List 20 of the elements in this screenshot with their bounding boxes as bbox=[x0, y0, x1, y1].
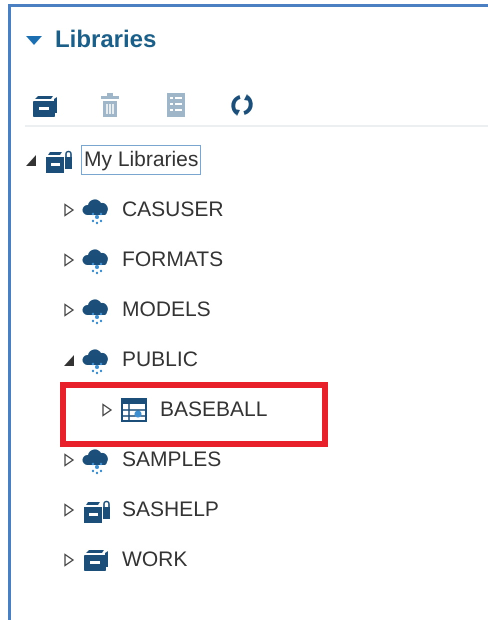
collapsed-arrow-icon[interactable] bbox=[63, 203, 75, 217]
collapsed-arrow-icon[interactable] bbox=[63, 303, 75, 317]
tree-item[interactable]: MODELS bbox=[119, 295, 214, 325]
tree-item[interactable]: FORMATS bbox=[119, 245, 226, 275]
panel-title: Libraries bbox=[55, 26, 156, 54]
tree-item[interactable]: WORK bbox=[119, 545, 190, 575]
tree-item[interactable]: My Libraries bbox=[81, 145, 202, 175]
tree-item[interactable]: PUBLIC bbox=[119, 345, 201, 375]
expanded-arrow-icon[interactable] bbox=[63, 353, 75, 367]
collapsed-arrow-icon[interactable] bbox=[63, 453, 75, 467]
tree-item[interactable]: CASUSER bbox=[119, 195, 227, 225]
collapsed-arrow-icon[interactable] bbox=[101, 403, 113, 417]
tree-item[interactable]: BASEBALL bbox=[157, 395, 270, 425]
collapsed-arrow-icon[interactable] bbox=[63, 253, 75, 267]
tree-item[interactable]: SAMPLES bbox=[119, 445, 224, 475]
collapsed-arrow-icon[interactable] bbox=[63, 553, 75, 567]
collapse-arrow-icon[interactable] bbox=[25, 34, 43, 46]
collapsed-arrow-icon[interactable] bbox=[63, 503, 75, 517]
expanded-arrow-icon[interactable] bbox=[25, 153, 37, 167]
tree-item[interactable]: SASHELP bbox=[119, 495, 222, 525]
